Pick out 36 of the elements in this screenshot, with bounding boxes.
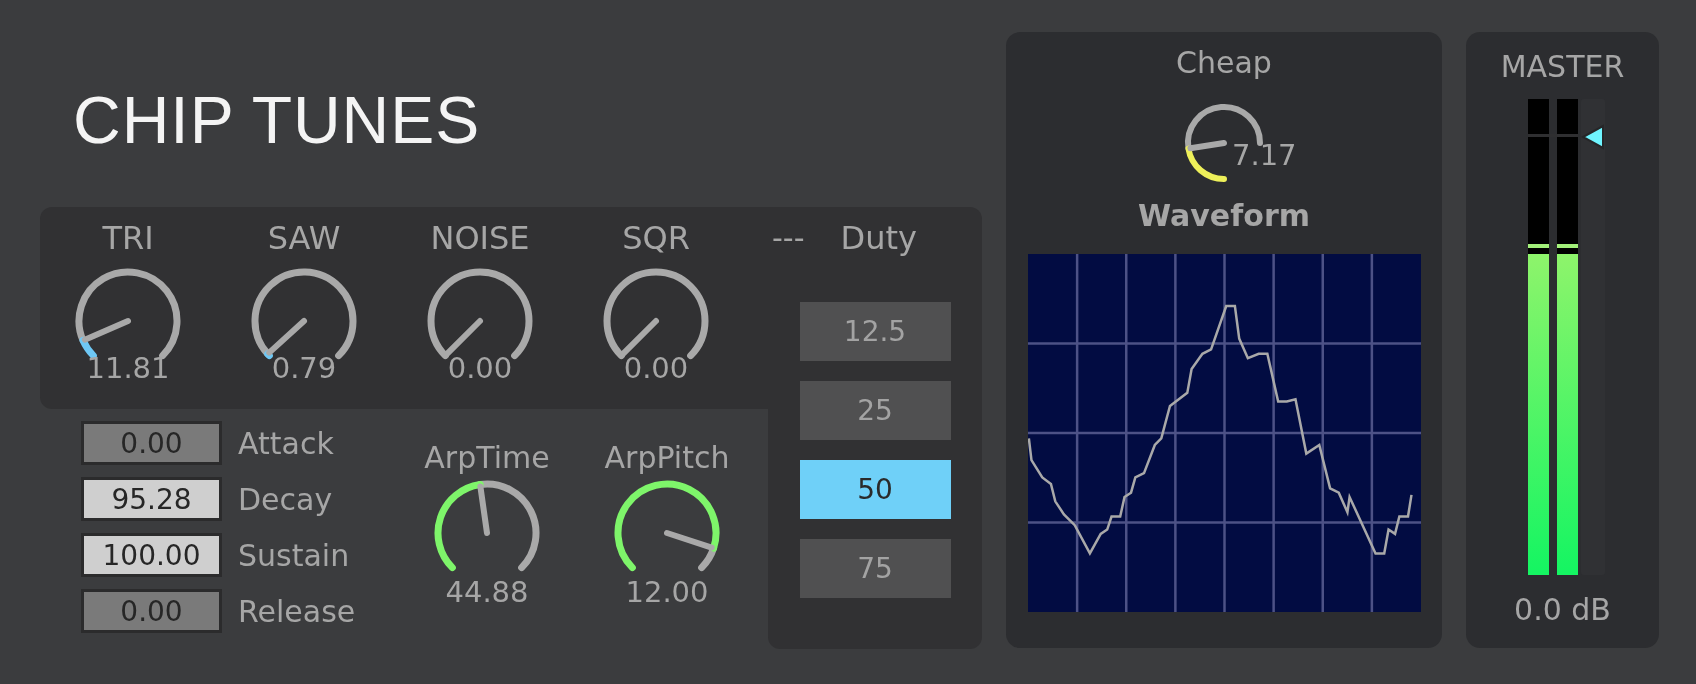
knob-value: 12.00 (625, 578, 709, 607)
envelope-label: Sustain (238, 538, 350, 572)
triangle-handle[interactable] (1580, 124, 1605, 151)
envelope-label: Decay (238, 482, 333, 516)
envelope-label: Attack (238, 426, 334, 460)
knob-label: ArpPitch (604, 441, 730, 474)
knob-label: SQR (622, 221, 690, 257)
master-label: MASTER (1500, 50, 1625, 83)
number-field[interactable]: 0.00 (81, 421, 222, 465)
knob-value: 0.79 (271, 354, 337, 384)
knob-label: TRI (102, 221, 154, 257)
knob-label: SAW (267, 221, 341, 257)
knob-label: NOISE (430, 221, 530, 257)
knob-label: Cheap (1176, 46, 1272, 79)
number-field[interactable]: 100.00 (81, 533, 222, 577)
knob-value: 44.88 (445, 578, 529, 607)
knob-value: 11.81 (86, 354, 170, 384)
master-reading: 0.0 dB (1514, 593, 1611, 626)
envelope-label: Release (238, 594, 356, 628)
waveform-label: Waveform (1138, 199, 1310, 232)
number-field[interactable]: 95.28 (81, 477, 222, 521)
app-title: CHIP TUNES (73, 86, 481, 153)
duty-button[interactable]: 12.5 (799, 302, 951, 362)
knob-value-arc[interactable] (614, 480, 720, 572)
knob-value-arc[interactable] (264, 350, 273, 360)
knob-value: 0.00 (447, 354, 513, 384)
duty-button[interactable]: 75 (799, 539, 951, 599)
knob-value: 0.00 (623, 354, 689, 384)
duty-button[interactable]: 50 (799, 460, 951, 520)
duty-label: Duty (840, 221, 917, 257)
knob-value-arc[interactable] (434, 481, 484, 572)
number-field[interactable]: 0.00 (81, 589, 222, 633)
knob-label: ArpTime (424, 441, 550, 474)
knob-value: 7.17 (1232, 141, 1297, 170)
duty-button[interactable]: 25 (799, 381, 951, 441)
separator-label: --- (772, 221, 805, 257)
